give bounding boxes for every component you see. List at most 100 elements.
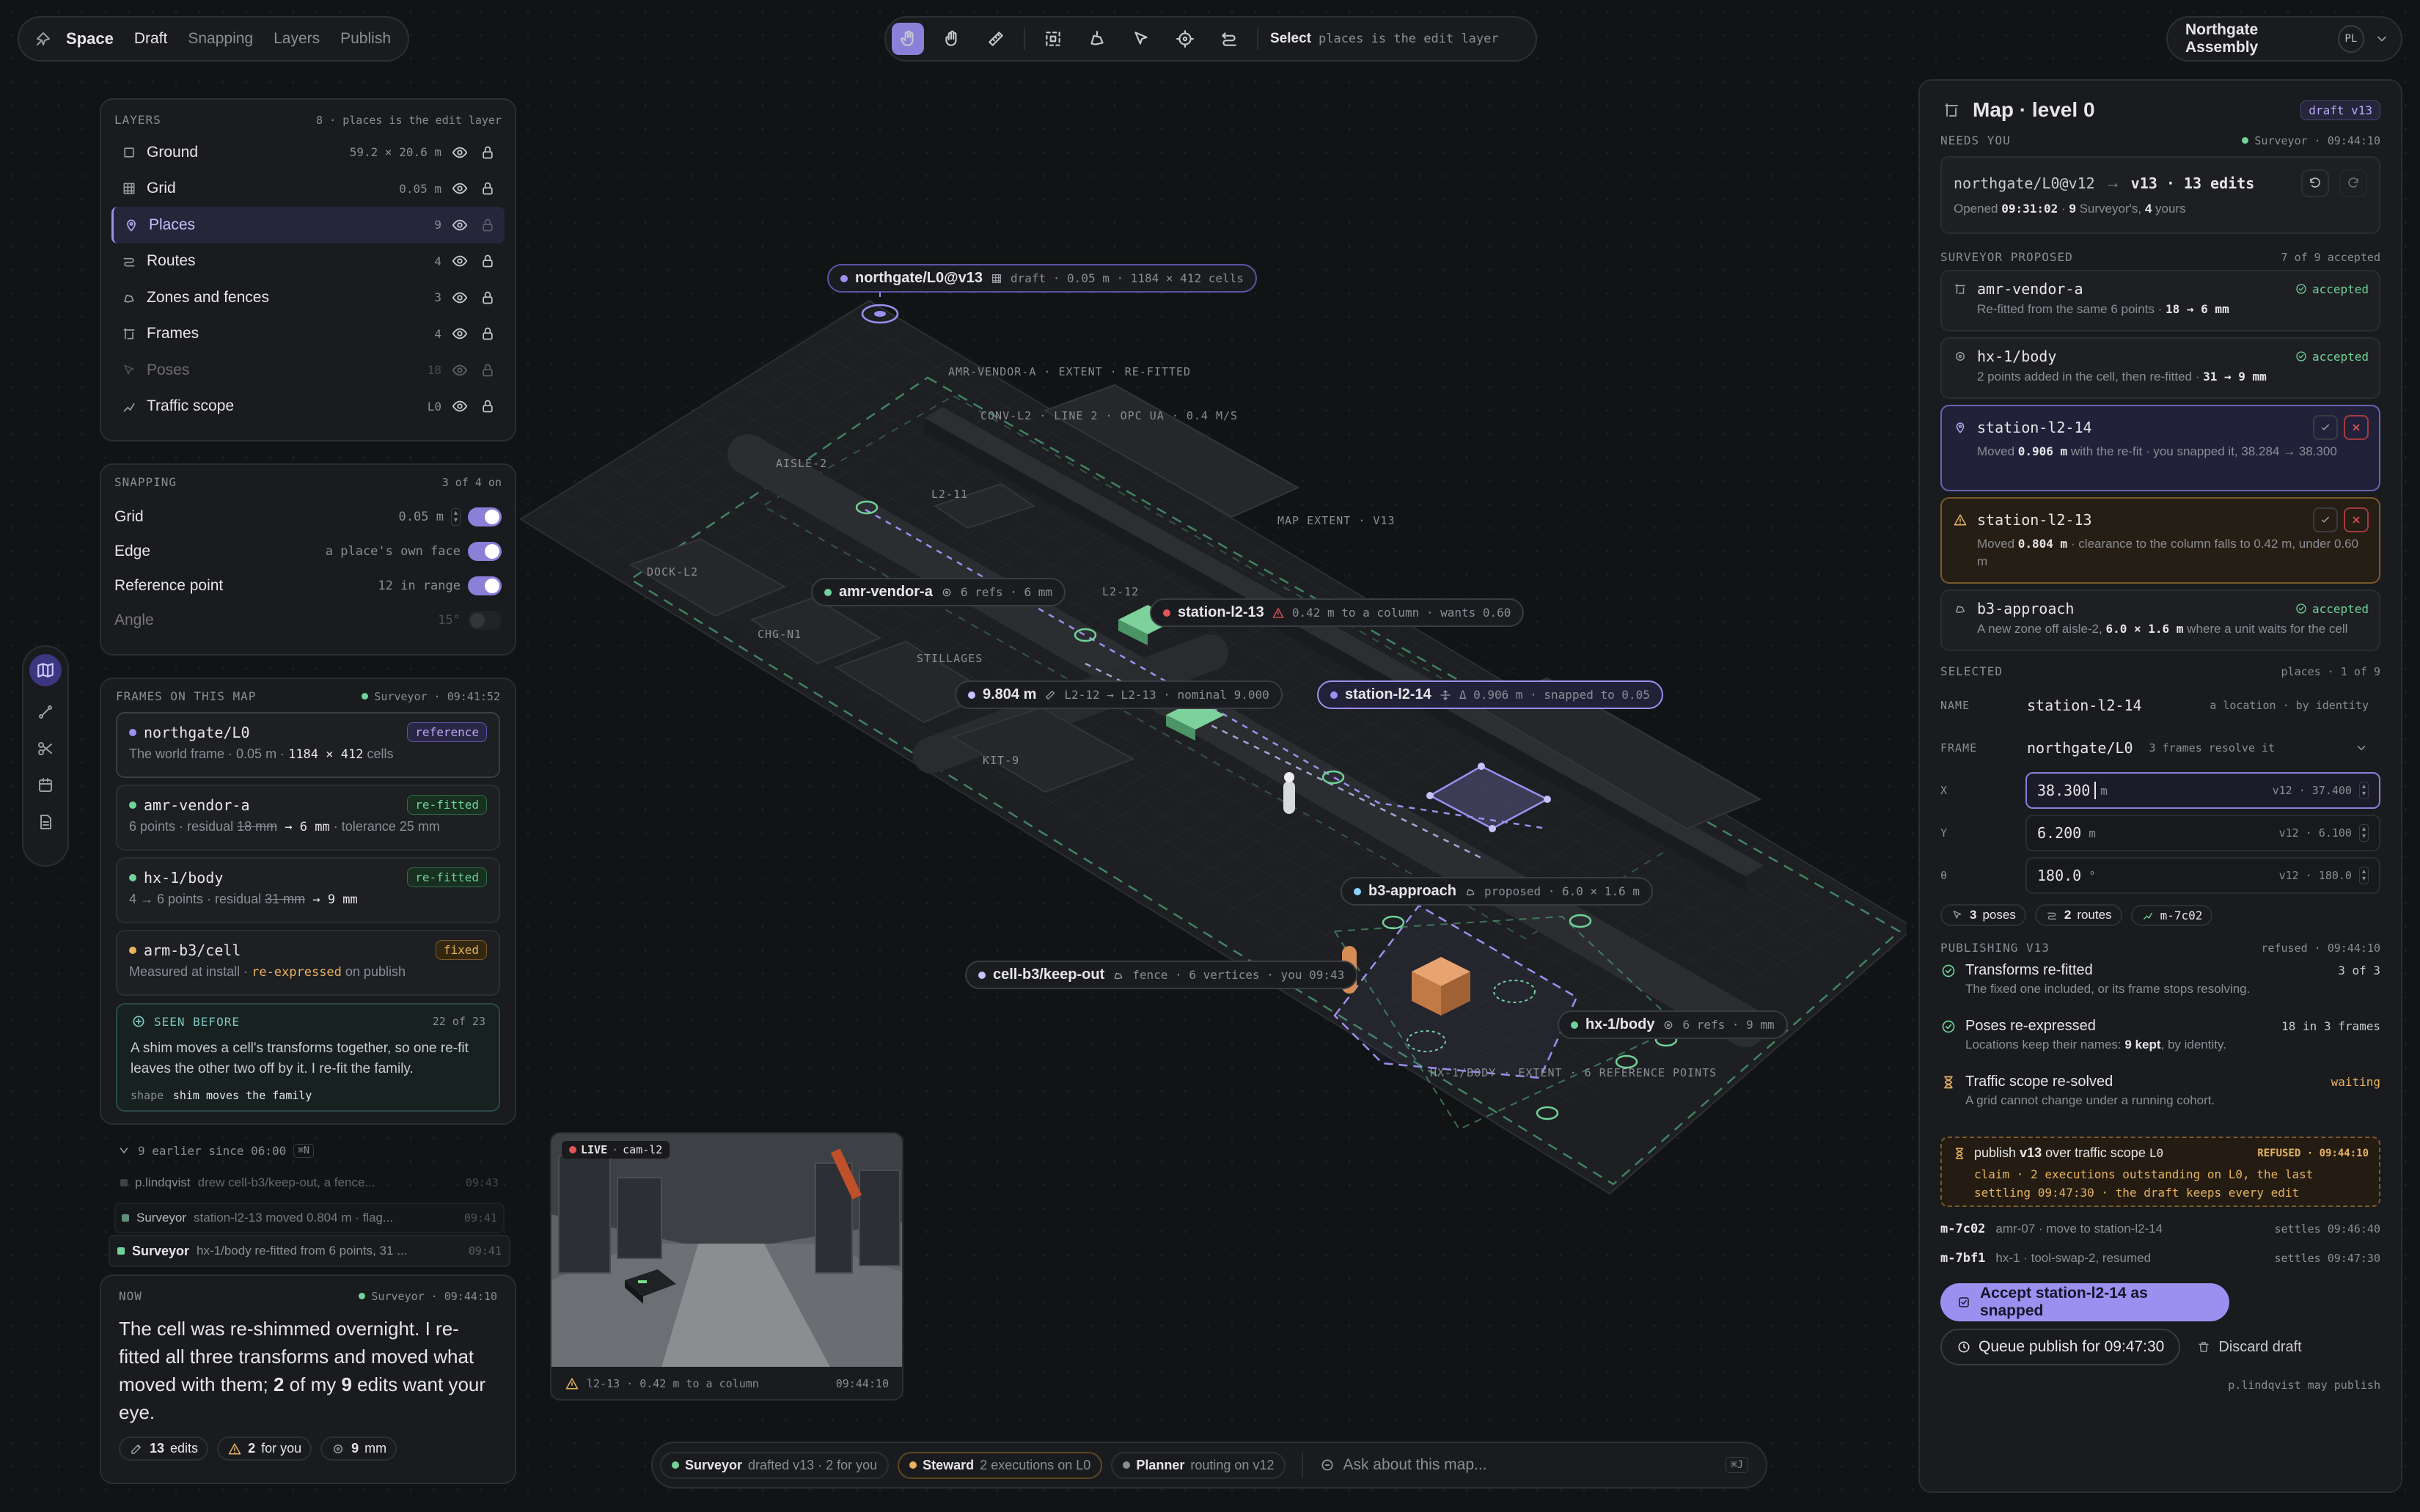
map-label-amr-vendor[interactable]: amr-vendor-a 6 refs · 6 mm (811, 578, 1066, 606)
lock-icon[interactable] (478, 359, 497, 381)
nav-draft[interactable]: Draft (134, 30, 168, 48)
eye-icon[interactable] (450, 177, 469, 199)
route-icon[interactable] (34, 701, 56, 723)
fence-tool-button[interactable] (1081, 23, 1113, 55)
snap-reference-row[interactable]: Reference point 12 in range (114, 568, 502, 603)
stepper-icon[interactable]: ▴ ▾ (450, 507, 461, 526)
eye-icon[interactable] (450, 359, 469, 381)
poses-chip[interactable]: 3 poses (1940, 904, 2026, 926)
map-label-station-l2-14[interactable]: station-l2-14 Δ 0.906 m · snapped to 0.0… (1317, 680, 1663, 709)
map-icon[interactable] (29, 654, 62, 686)
proposal-card[interactable]: amr-vendor-a accepted Re-fitted from the … (1940, 270, 2380, 331)
stepper-icon[interactable]: ▴ ▾ (2358, 824, 2369, 842)
residual-chip[interactable]: 9 mm (320, 1436, 397, 1461)
route-tool-button[interactable] (1213, 23, 1245, 55)
frame-card[interactable]: arm-b3/cell fixed Measured at install · … (116, 930, 500, 996)
proposal-card[interactable]: hx-1/body accepted 2 points added in the … (1940, 337, 2380, 399)
x-input[interactable]: 38.300 m v12 · 37.400 ▴ ▾ (2025, 772, 2380, 809)
history-item[interactable]: Surveyor hx-1/body re-fitted from 6 poin… (109, 1235, 510, 1267)
target-tool-button[interactable] (1169, 23, 1201, 55)
ask-input[interactable]: Ask about this map... ⌘J (1319, 1454, 1759, 1476)
nav-snapping[interactable]: Snapping (188, 30, 253, 48)
undo-button[interactable] (2301, 169, 2329, 197)
map-label-version[interactable]: northgate/L0@v13 draft · 0.05 m · 1184 ×… (827, 264, 1257, 293)
select-tool-button[interactable] (892, 23, 924, 55)
map-label-station-l2-13[interactable]: station-l2-13 0.42 m to a column · wants… (1150, 598, 1525, 627)
eye-icon[interactable] (450, 142, 469, 164)
snap-grid-toggle[interactable] (468, 507, 502, 526)
name-field[interactable]: station-l2-14 a location · by identity (2025, 687, 2380, 724)
frame-select[interactable]: northgate/L0 3 frames resolve it (2025, 730, 2380, 766)
snap-grid-row[interactable]: Grid 0.05 m ▴ ▾ (114, 499, 502, 534)
map-label-cell-keep-out[interactable]: cell-b3/keep-out fence · 6 vertices · yo… (965, 961, 1358, 989)
stepper-icon[interactable]: ▴ ▾ (2358, 782, 2369, 799)
execution-row[interactable]: m-7bf1 hx-1 · tool-swap-2, resumed settles… (1940, 1244, 2380, 1273)
history-earlier[interactable]: 9 earlier since 06:00 ⌘N (117, 1138, 499, 1163)
layer-row-traffic-scope[interactable]: Traffic scope L0 (111, 389, 505, 425)
layer-row-poses[interactable]: Poses 18 (111, 352, 505, 389)
reject-proposal-button[interactable] (2344, 415, 2369, 440)
eye-icon[interactable] (450, 214, 469, 236)
eye-icon[interactable] (450, 250, 469, 272)
snap-edge-row[interactable]: Edge a place's own face (114, 534, 502, 568)
scissors-icon[interactable] (34, 738, 56, 760)
layer-row-places[interactable]: Places 9 (111, 207, 505, 243)
for-you-chip[interactable]: 2 for you (217, 1436, 312, 1461)
pan-tool-button[interactable] (936, 23, 968, 55)
avatar[interactable]: PL (2337, 25, 2364, 53)
frame-card[interactable]: northgate/L0 reference The world frame ·… (116, 712, 500, 778)
eye-icon[interactable] (450, 323, 469, 345)
proposal-card[interactable]: b3-approach accepted A new zone off aisle… (1940, 590, 2380, 651)
calendar-icon[interactable] (34, 774, 56, 796)
accept-button[interactable]: Accept station-l2-14 as snapped (1940, 1283, 2229, 1321)
stepper-icon[interactable]: ▴ ▾ (2358, 867, 2369, 884)
proposal-card[interactable]: station-l2-14 Moved 0.906 m with the re-… (1940, 405, 2380, 491)
layer-row-frames[interactable]: Frames 4 (111, 316, 505, 353)
eye-icon[interactable] (450, 395, 469, 417)
discard-draft-button[interactable]: Discard draft (2196, 1339, 2302, 1356)
nav-layers[interactable]: Layers (274, 30, 320, 48)
map-label-b3-approach[interactable]: b3-approach proposed · 6.0 × 1.6 m (1341, 877, 1653, 906)
workspace-switcher[interactable]: Northgate Assembly PL (2166, 16, 2402, 62)
history-item[interactable]: Surveyor station-l2-13 moved 0.804 m · f… (114, 1203, 505, 1233)
lock-icon[interactable] (478, 214, 497, 236)
mission-chip[interactable]: m-7c02 (2130, 904, 2213, 926)
theta-input[interactable]: 180.0 ° v12 · 180.0 ▴ ▾ (2025, 857, 2380, 894)
snap-edge-toggle[interactable] (468, 541, 502, 561)
queue-publish-button[interactable]: Queue publish for 09:47:30 (1940, 1329, 2181, 1365)
snap-angle-row[interactable]: Angle 15° (114, 603, 502, 637)
agent-chip-planner[interactable]: Planner routing on v12 (1111, 1451, 1286, 1479)
edits-chip[interactable]: 13 edits (119, 1436, 209, 1461)
accept-proposal-button[interactable] (2313, 507, 2338, 532)
measure-tool-button[interactable] (980, 23, 1012, 55)
frame-card[interactable]: amr-vendor-a re-fitted 6 points · residu… (116, 785, 500, 851)
history-item[interactable]: p.lindqvist drew cell-b3/keep-out, a fen… (120, 1169, 499, 1197)
map-label-distance[interactable]: 9.804 m L2-12 → L2-13 · nominal 9.000 (955, 680, 1283, 709)
execution-row[interactable]: m-7c02 amr-07 · move to station-l2-14 sett… (1940, 1214, 2380, 1244)
layer-row-grid[interactable]: Grid 0.05 m (111, 171, 505, 208)
camera-panel[interactable]: LIVE · cam-l2 l2-13 · 0.42 m to a column… (550, 1132, 903, 1401)
document-icon[interactable] (34, 811, 56, 833)
layer-row-ground[interactable]: Ground 59.2 × 20.6 m (111, 134, 505, 171)
agent-chip-surveyor[interactable]: Surveyor drafted v13 · 2 for you (660, 1451, 890, 1479)
snap-reference-toggle[interactable] (468, 576, 502, 595)
lock-icon[interactable] (478, 250, 497, 272)
accept-proposal-button[interactable] (2313, 415, 2338, 440)
proposal-card[interactable]: station-l2-13 Moved 0.804 m · clearance … (1940, 497, 2380, 584)
lock-icon[interactable] (478, 395, 497, 417)
cursor-tool-button[interactable] (1125, 23, 1157, 55)
snap-angle-toggle[interactable] (468, 610, 502, 630)
area-select-tool-button[interactable] (1037, 23, 1069, 55)
chevron-down-icon[interactable] (2375, 28, 2389, 50)
lock-icon[interactable] (478, 142, 497, 164)
lock-icon[interactable] (478, 287, 497, 309)
frame-card[interactable]: hx-1/body re-fitted 4 → 6 points · resid… (116, 857, 500, 923)
lock-icon[interactable] (478, 177, 497, 199)
map-label-hx-body[interactable]: hx-1/body 6 refs · 9 mm (1558, 1010, 1788, 1039)
redo-button[interactable] (2339, 169, 2367, 197)
reject-proposal-button[interactable] (2344, 507, 2369, 532)
layer-row-routes[interactable]: Routes 4 (111, 243, 505, 280)
routes-chip[interactable]: 2 routes (2034, 904, 2122, 926)
brand-name[interactable]: Space (66, 29, 114, 48)
layer-row-zones-and-fences[interactable]: Zones and fences 3 (111, 279, 505, 316)
